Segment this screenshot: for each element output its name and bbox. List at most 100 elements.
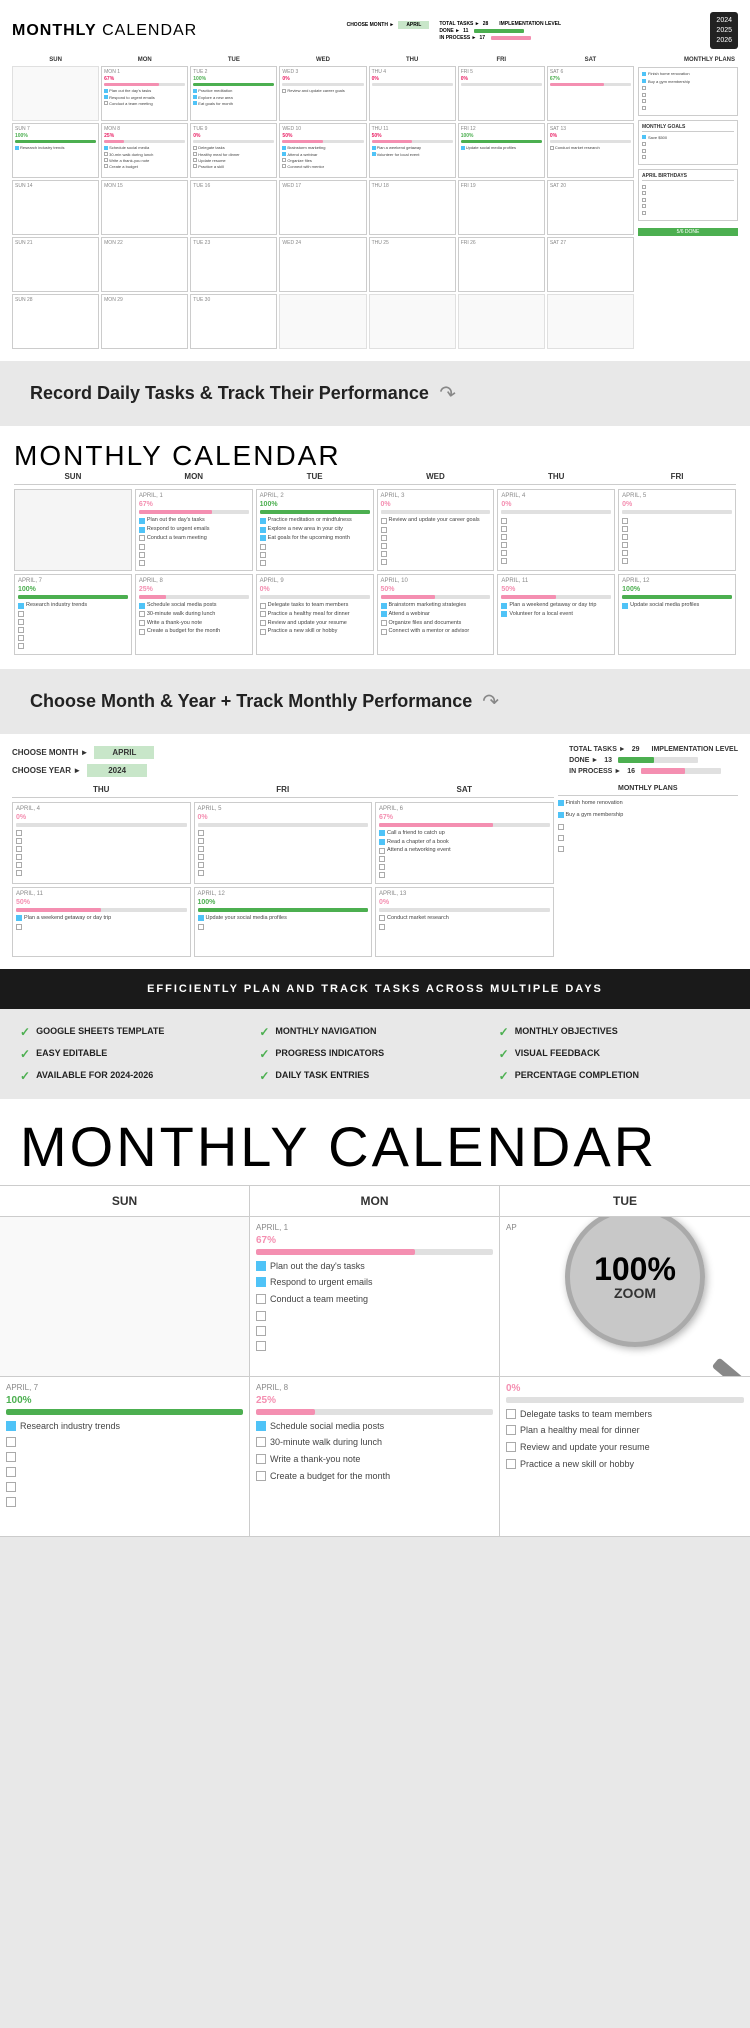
med-day-mon: MON [135, 472, 253, 481]
checkbox [139, 629, 145, 635]
checkbox [256, 1454, 266, 1464]
table-row: SUN 21 [12, 237, 99, 292]
table-row: APRIL, 10 50% Brainstorm marketing strat… [377, 574, 495, 655]
ctrl-monthly-plans: MONTHLY PLANS Finish home renovation Buy… [558, 785, 739, 957]
checkbox [379, 864, 385, 870]
checkbox [256, 1421, 266, 1431]
table-row [547, 294, 634, 349]
checkbox [139, 611, 145, 617]
plan-checkbox-3 [642, 86, 646, 90]
description-section-2: Choose Month & Year + Track Monthly Perf… [0, 669, 750, 734]
checkbox [256, 1277, 266, 1287]
section-small-calendar: MONTHLY CALENDAR CHOOSE MONTH ► APRIL TO… [0, 0, 750, 361]
stat-total-label: TOTAL TASKS ► [569, 746, 626, 753]
checkbox [18, 635, 24, 641]
checkbox [6, 1467, 16, 1477]
big-day-sun: SUN [0, 1186, 250, 1216]
table-row: APRIL, 6 67% Call a friend to catch up R… [375, 802, 554, 884]
big-week-1: APRIL, 1 67% Plan out the day's tasks Re… [0, 1217, 750, 1377]
checkbox [6, 1497, 16, 1507]
stat-done-label: DONE ► [569, 757, 598, 764]
checkbox [379, 830, 385, 836]
checkbox [256, 1471, 266, 1481]
checkbox [379, 924, 385, 930]
feature-text-1: GOOGLE SHEETS TEMPLATE [36, 1025, 164, 1038]
inprocess-row: IN PROCESS ► 16 [569, 768, 738, 775]
checkbox [501, 558, 507, 564]
check-icon-5: ✓ [259, 1047, 269, 1061]
check-icon-4: ✓ [20, 1047, 30, 1061]
checkbox [16, 915, 22, 921]
checkbox [260, 535, 266, 541]
birthday-3 [642, 198, 646, 202]
ctrl-day-fri: FRI [194, 785, 373, 794]
big-days-header: SUN MON TUE [0, 1185, 750, 1217]
table-row: TUE 2 100% Practice meditation Explore a… [190, 66, 277, 121]
med-day-thu: THU [497, 472, 615, 481]
checkbox [260, 620, 266, 626]
title-bold-small: MONTHLY [12, 22, 97, 39]
features-grid: ✓ GOOGLE SHEETS TEMPLATE ✓ MONTHLY NAVIG… [20, 1025, 730, 1083]
checkbox [16, 838, 22, 844]
checkbox [381, 551, 387, 557]
list-item [642, 184, 734, 189]
check-icon-1: ✓ [20, 1025, 30, 1039]
list-item [642, 99, 734, 104]
birthday-1 [642, 185, 646, 189]
day-tue: TUE [190, 57, 277, 63]
feature-item-1: ✓ GOOGLE SHEETS TEMPLATE [20, 1025, 251, 1039]
table-row: SAT 20 [547, 180, 634, 235]
feature-item-9: ✓ PERCENTAGE COMPLETION [499, 1069, 730, 1083]
days-header-small: SUN MON TUE WED THU FRI SAT [12, 57, 634, 63]
big-day-mon: MON [250, 1186, 500, 1216]
cal-week-4: SUN 21 MON 22 TUE 23 WED 24 THU 25 FRI 2… [12, 237, 634, 292]
feature-text-7: AVAILABLE FOR 2024-2026 [36, 1069, 153, 1082]
checkbox [558, 835, 564, 841]
ctrl-calendar-layout: THU FRI SAT APRIL, 4 0% [12, 785, 738, 957]
checkbox [260, 560, 266, 566]
checkbox [18, 619, 24, 625]
table-row: SUN 7 100% Research industry trends [12, 123, 99, 178]
table-row: SAT 6 67% [547, 66, 634, 121]
stat-total-value: 29 [632, 746, 640, 753]
checkbox [260, 629, 266, 635]
list-item [642, 155, 734, 160]
checkbox [622, 526, 628, 532]
checkbox [558, 824, 564, 830]
birthday-2 [642, 191, 646, 195]
ctrl-weeks: APRIL, 4 0% APRIL, 5 0% [12, 802, 554, 957]
section-controls-calendar: CHOOSE MONTH ► APRIL CHOOSE YEAR ► 2024 … [0, 734, 750, 969]
checkbox [139, 544, 145, 550]
checkbox [18, 611, 24, 617]
checkbox [6, 1452, 16, 1462]
checkbox [139, 518, 145, 524]
table-row [369, 294, 456, 349]
plan-text-1: Finish home renovation [648, 71, 690, 76]
stat-done-value: 13 [604, 757, 612, 764]
feature-text-6: VISUAL FEEDBACK [515, 1047, 600, 1060]
medium-weeks: APRIL, 1 67% Plan out the day's tasks Re… [14, 489, 736, 655]
stat-impl-label: IMPLEMENTATION LEVEL [652, 746, 738, 753]
checkbox [256, 1326, 266, 1336]
checkbox [501, 526, 507, 532]
checkbox [198, 846, 204, 852]
goals-title: MONTHLY GOALS [642, 124, 734, 132]
feature-text-4: EASY EDITABLE [36, 1047, 107, 1060]
inprocess-label: IN PROCESS ► [439, 35, 476, 41]
done-row: DONE ► 13 [569, 757, 738, 764]
checkbox [16, 870, 22, 876]
checkbox [622, 558, 628, 564]
med-day-sun: SUN [14, 472, 132, 481]
table-row: THU 25 [369, 237, 456, 292]
table-row: SAT 13 0% Conduct market research [547, 123, 634, 178]
table-row: APRIL, 11 50% Plan a weekend getaway or … [12, 887, 191, 957]
table-row [279, 294, 366, 349]
checkbox [260, 611, 266, 617]
table-row: SAT 27 [547, 237, 634, 292]
checkbox [260, 518, 266, 524]
choose-month-label: CHOOSE MONTH ► [347, 22, 395, 28]
section-medium-calendar: MONTHLY CALENDAR SUN MON TUE WED THU FRI… [0, 426, 750, 669]
cal-week-1: MON 1 67% Plan out the day's tasks Respo… [12, 66, 634, 121]
zoom-sub: ZOOM [614, 1285, 656, 1301]
done-value: 11 [463, 28, 468, 34]
